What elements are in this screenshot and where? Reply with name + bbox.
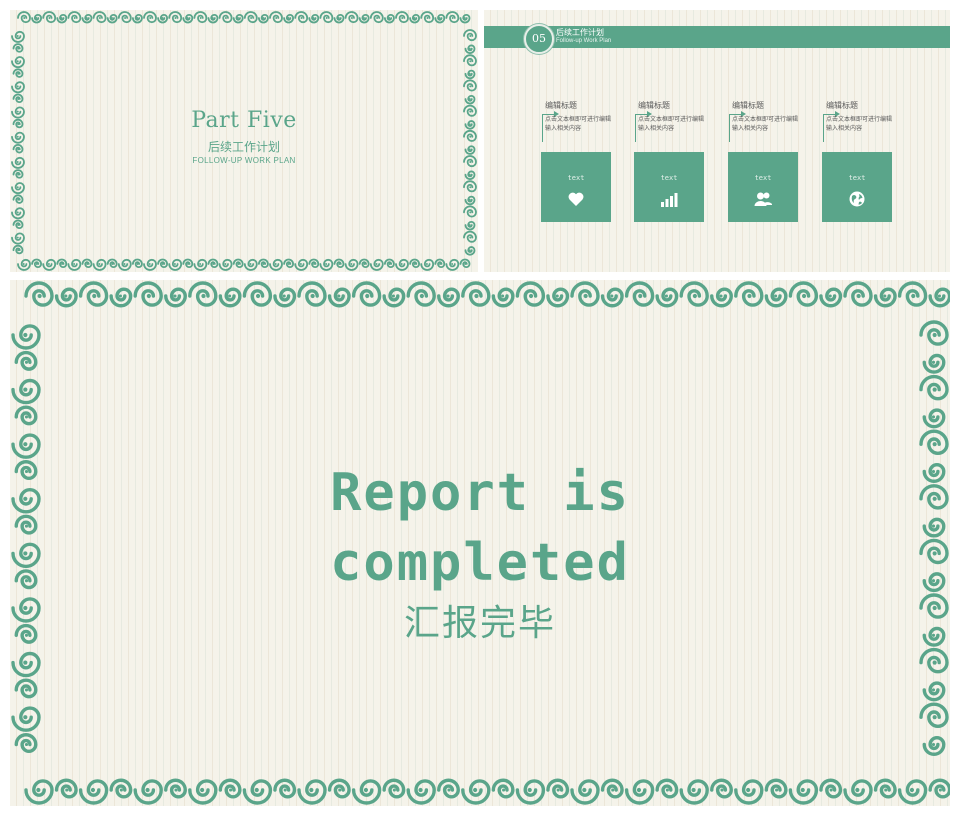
slide-work-plan[interactable]: 05 后续工作计划 Follow-up Work Plan 编辑标题 点击文本框… bbox=[484, 10, 950, 272]
card-box-label: text bbox=[754, 174, 772, 182]
slide-closing[interactable]: Report is completed 汇报完毕 bbox=[10, 280, 950, 806]
closing-title-line: completed bbox=[330, 533, 630, 593]
plan-card[interactable]: 编辑标题 点击文本框即可进行编辑输入相关内容 text bbox=[634, 100, 706, 224]
section-subtitle: 后续工作计划 bbox=[207, 140, 280, 154]
plan-card[interactable]: 编辑标题 点击文本框即可进行编辑输入相关内容 text bbox=[541, 100, 613, 224]
bar-chart-icon bbox=[661, 193, 678, 207]
card-body: 点击文本框即可进行编辑输入相关内容 bbox=[732, 117, 799, 132]
card-body: 点击文本框即可进行编辑输入相关内容 bbox=[826, 117, 893, 132]
header-title: 后续工作计划 bbox=[556, 28, 604, 37]
header-subtitle: Follow-up Work Plan bbox=[556, 38, 612, 44]
card-box[interactable]: text bbox=[822, 152, 892, 222]
closing-title-line: Report is bbox=[330, 463, 630, 523]
card-box[interactable]: text bbox=[728, 152, 798, 222]
card-title: 编辑标题 bbox=[545, 101, 577, 110]
connector-line bbox=[542, 114, 543, 142]
plan-card[interactable]: 编辑标题 点击文本框即可进行编辑输入相关内容 text bbox=[822, 100, 894, 224]
heart-icon bbox=[568, 192, 584, 206]
section-title: Part Five bbox=[191, 108, 297, 133]
card-title: 编辑标题 bbox=[638, 101, 670, 110]
card-box[interactable]: text bbox=[541, 152, 611, 222]
connector-line bbox=[823, 114, 824, 142]
card-box[interactable]: text bbox=[634, 152, 704, 222]
closing-title: Report is completed bbox=[10, 458, 950, 598]
card-box-label: text bbox=[660, 174, 678, 182]
connector-line bbox=[635, 114, 636, 142]
card-body: 点击文本框即可进行编辑输入相关内容 bbox=[545, 117, 612, 132]
section-number-badge: 05 bbox=[524, 24, 554, 54]
connector-line bbox=[729, 114, 730, 142]
card-box-label: text bbox=[848, 174, 866, 182]
card-title: 编辑标题 bbox=[732, 101, 764, 110]
globe-icon bbox=[849, 191, 865, 207]
card-body: 点击文本框即可进行编辑输入相关内容 bbox=[638, 117, 705, 132]
closing-subtitle: 汇报完毕 bbox=[403, 602, 556, 643]
slide-part-five[interactable]: Part Five 后续工作计划 FOLLOW-UP WORK PLAN bbox=[10, 10, 478, 272]
card-box-label: text bbox=[567, 174, 585, 182]
users-icon bbox=[754, 192, 772, 206]
card-title: 编辑标题 bbox=[826, 101, 858, 110]
plan-card[interactable]: 编辑标题 点击文本框即可进行编辑输入相关内容 text bbox=[728, 100, 800, 224]
section-subtitle-english: FOLLOW-UP WORK PLAN bbox=[192, 156, 296, 165]
